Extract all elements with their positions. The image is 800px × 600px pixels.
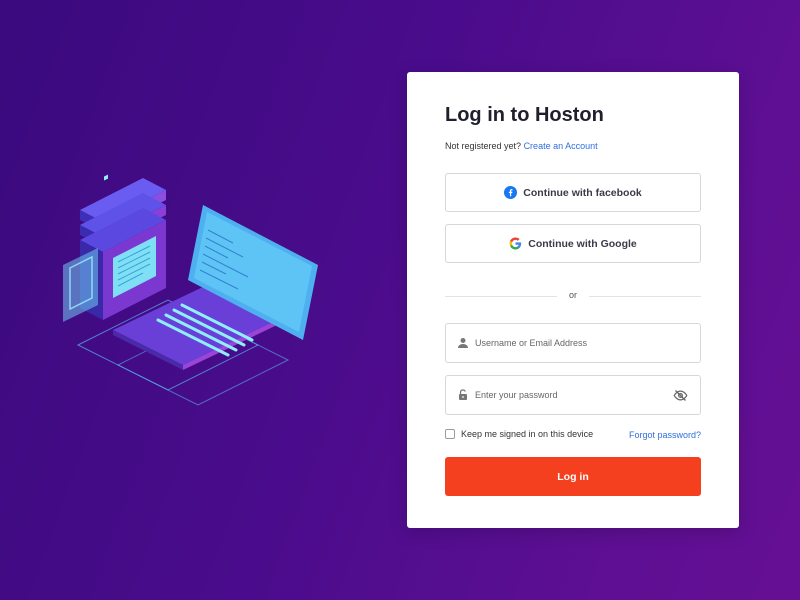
password-field[interactable] <box>445 375 701 415</box>
divider-text: or <box>568 290 578 300</box>
keep-signed-in-checkbox[interactable] <box>445 429 455 439</box>
facebook-icon <box>504 186 518 199</box>
login-card: Log in to Hoston Not registered yet? Cre… <box>407 72 739 528</box>
login-button[interactable]: Log in <box>445 457 701 496</box>
user-icon <box>457 337 469 349</box>
not-registered-text: Not registered yet? <box>445 141 522 151</box>
facebook-login-label: Continue with facebook <box>523 186 642 199</box>
password-input[interactable] <box>475 390 655 400</box>
divider-line-left <box>445 296 557 297</box>
facebook-login-button[interactable]: Continue with facebook <box>445 173 701 212</box>
username-field[interactable] <box>445 323 701 363</box>
lock-icon <box>457 389 469 401</box>
or-divider: or <box>445 290 701 300</box>
google-login-label: Continue with Google <box>528 237 637 250</box>
keep-signed-in[interactable]: Keep me signed in on this device <box>445 429 593 439</box>
divider-line-right <box>589 296 701 297</box>
google-login-button[interactable]: Continue with Google <box>445 224 701 263</box>
keep-signed-in-label: Keep me signed in on this device <box>461 429 594 439</box>
laptop-server-illustration <box>58 170 328 430</box>
login-title: Log in to Hoston <box>445 104 604 126</box>
eye-slash-icon[interactable] <box>673 388 688 403</box>
forgot-password-link[interactable]: Forgot password? <box>629 430 701 440</box>
google-icon <box>509 237 522 250</box>
register-prompt: Not registered yet? Create an Account <box>445 141 598 151</box>
create-account-link[interactable]: Create an Account <box>524 141 598 151</box>
username-input[interactable] <box>475 338 655 348</box>
